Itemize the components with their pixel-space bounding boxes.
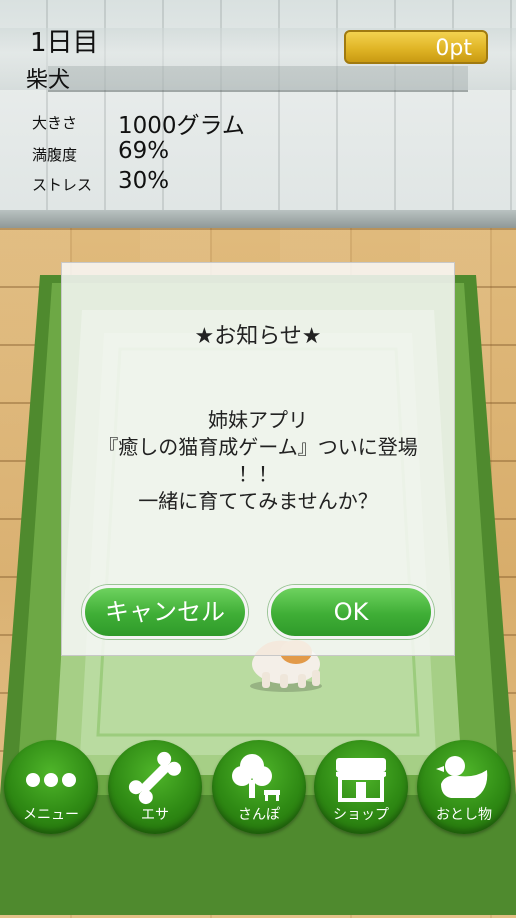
stat-label: ストレス <box>32 176 93 194</box>
stat-label: 満腹度 <box>32 146 78 164</box>
nav-menu-button[interactable]: メニュー <box>4 740 98 834</box>
points-badge: 0pt <box>344 30 488 64</box>
day-counter: 1日目 <box>30 28 99 58</box>
nav-label: メニュー <box>23 807 79 823</box>
stat-row-size: 大きさ 1000グラム <box>0 106 300 139</box>
pet-breed: 柴犬 <box>26 68 71 93</box>
stat-value: 1000グラム <box>118 113 245 139</box>
nav-lostitem-button[interactable]: おとし物 <box>417 740 511 834</box>
fence-base <box>0 210 516 228</box>
nav-label: おとし物 <box>436 807 492 823</box>
stat-value: 69% <box>118 138 170 164</box>
nav-label: さんぽ <box>238 807 280 823</box>
name-bar <box>48 66 468 92</box>
cancel-button[interactable]: キャンセル <box>82 585 248 639</box>
dialog-message: 姉妹アプリ 『癒しの猫育成ゲーム』ついに登場 ！！ 一緒に育ててみませんか？ <box>62 407 454 515</box>
dialog-line: 一緒に育ててみませんか？ <box>138 489 378 513</box>
dialog-title: ★お知らせ★ <box>194 324 322 349</box>
notice-dialog: ★お知らせ★ 姉妹アプリ 『癒しの猫育成ゲーム』ついに登場 ！！ 一緒に育ててみ… <box>61 262 455 656</box>
nav-shop-button[interactable]: ショップ <box>314 740 408 834</box>
dialog-line: ！！ <box>238 462 278 486</box>
nav-label: ショップ <box>333 807 389 823</box>
dialog-line: 姉妹アプリ <box>208 408 308 432</box>
stat-value: 30% <box>118 168 170 194</box>
stat-label: 大きさ <box>32 114 78 132</box>
nav-label: エサ <box>141 807 169 823</box>
stat-row-fullness: 満腹度 69% <box>0 138 300 168</box>
stat-row-stress: ストレス 30% <box>0 168 300 198</box>
dialog-line: 『癒しの猫育成ゲーム』ついに登場 <box>98 435 418 459</box>
nav-walk-button[interactable]: さんぽ <box>212 740 306 834</box>
nav-food-button[interactable]: エサ <box>108 740 202 834</box>
ok-button[interactable]: OK <box>268 585 434 639</box>
